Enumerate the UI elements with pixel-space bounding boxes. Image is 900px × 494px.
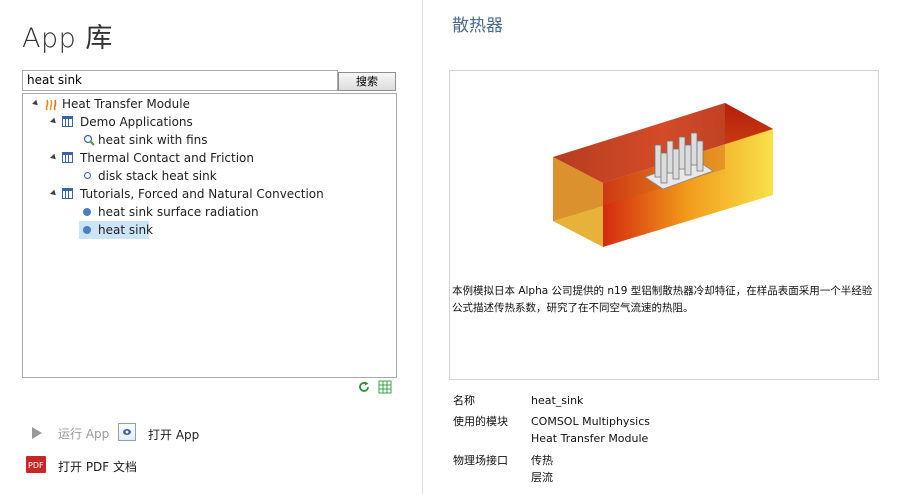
heat-transfer-icon	[45, 99, 57, 111]
tree-label: heat sink surface radiation	[98, 205, 259, 219]
app-tree[interactable]: Heat Transfer Module Demo Applications h…	[22, 93, 397, 378]
expand-arrow-icon[interactable]	[50, 189, 58, 198]
grid-icon	[62, 152, 73, 163]
tree-label: Demo Applications	[80, 115, 193, 129]
search-input[interactable]	[22, 70, 338, 91]
heat-sink-thumbnail	[553, 103, 773, 247]
tree-label: Heat Transfer Module	[62, 97, 190, 111]
svg-text:PDF: PDF	[28, 461, 44, 470]
app-detail-panel: 散热器 本例模拟日本 Alpha 公司提供的 n19 型铝制散热器冷却特征，在样…	[423, 0, 900, 494]
refresh-icon[interactable]	[358, 381, 370, 393]
model-icon	[83, 226, 91, 234]
expand-arrow-icon[interactable]	[32, 99, 40, 108]
page-title: App 库	[22, 23, 113, 54]
model-icon	[83, 208, 91, 216]
tree-label: Thermal Contact and Friction	[80, 151, 255, 165]
expand-arrow-icon[interactable]	[50, 153, 58, 162]
model-icon	[84, 172, 91, 179]
app-description: 本例模拟日本 Alpha 公司提供的 n19 型铝制散热器冷却特征，在样品表面采…	[452, 285, 873, 314]
tree-label: heat sink with fins	[98, 133, 208, 147]
tree-label: heat sink	[98, 223, 154, 237]
tree-item-selected[interactable]: heat sink	[79, 221, 153, 239]
app-library-panel: App 库 搜索 Heat Transfer Module Demo Appli…	[0, 0, 422, 494]
grid-icon	[62, 116, 73, 127]
detail-title: 散热器	[452, 16, 503, 36]
search-button[interactable]: 搜索	[338, 72, 396, 91]
open-app-icon	[118, 423, 136, 441]
tree-label: Tutorials, Forced and Natural Convection	[80, 187, 324, 201]
pdf-icon: PDF	[26, 456, 46, 473]
expand-arrow-icon[interactable]	[50, 117, 58, 126]
tree-node-root[interactable]: Heat Transfer Module	[23, 95, 395, 113]
preview-box: 本例模拟日本 Alpha 公司提供的 n19 型铝制散热器冷却特征，在样品表面采…	[449, 70, 879, 380]
table-icon[interactable]	[378, 380, 392, 394]
play-icon	[32, 427, 42, 439]
grid-icon	[62, 188, 73, 199]
tree-label: disk stack heat sink	[98, 169, 217, 183]
app-icon	[83, 134, 95, 146]
